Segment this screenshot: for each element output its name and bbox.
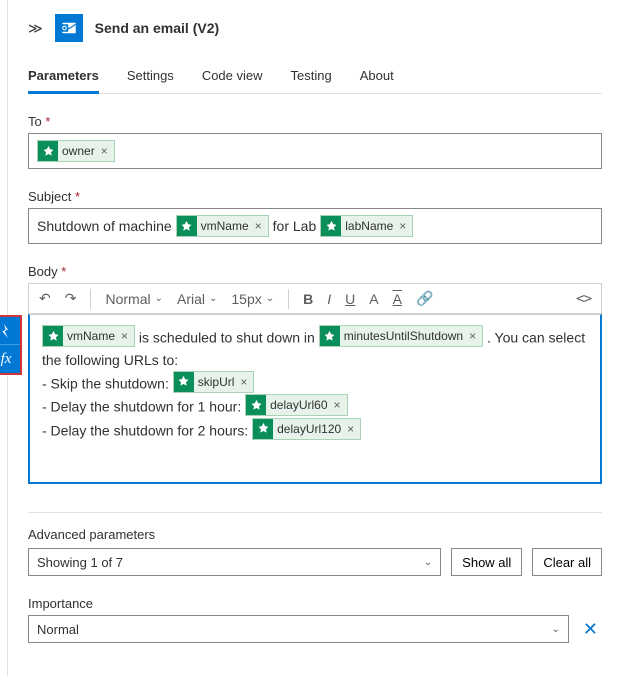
token-remove-icon[interactable]: × bbox=[238, 371, 247, 393]
token-remove-icon[interactable]: × bbox=[397, 215, 406, 237]
italic-button[interactable]: I bbox=[323, 289, 335, 309]
token-label: vmName bbox=[67, 325, 115, 347]
token-owner[interactable]: owner × bbox=[37, 140, 115, 162]
collapse-chevron-icon[interactable]: ≫ bbox=[28, 20, 43, 37]
token-delay60[interactable]: delayUrl60 × bbox=[245, 394, 347, 416]
token-labname[interactable]: labName × bbox=[320, 215, 413, 237]
dynamic-content-button[interactable] bbox=[0, 317, 20, 345]
token-remove-icon[interactable]: × bbox=[332, 394, 341, 416]
font-size-dropdown[interactable]: 15px ⌄ bbox=[227, 289, 278, 309]
body-editor[interactable]: vmName × is scheduled to shut down in mi… bbox=[28, 314, 602, 484]
token-vmname[interactable]: vmName × bbox=[176, 215, 269, 237]
token-remove-icon[interactable]: × bbox=[345, 418, 354, 440]
clear-all-button[interactable]: Clear all bbox=[532, 548, 602, 576]
token-minutes[interactable]: minutesUntilShutdown × bbox=[319, 325, 483, 347]
undo-button[interactable]: ↶ bbox=[35, 288, 55, 309]
dynamic-content-icon bbox=[253, 419, 273, 439]
tab-settings[interactable]: Settings bbox=[127, 60, 174, 93]
show-all-button[interactable]: Show all bbox=[451, 548, 522, 576]
code-view-button[interactable]: <> bbox=[572, 289, 595, 309]
chevron-down-icon: ⌄ bbox=[424, 557, 432, 568]
token-remove-icon[interactable]: × bbox=[99, 140, 108, 162]
font-color-button[interactable]: A bbox=[365, 289, 382, 309]
highlight-button[interactable]: A bbox=[389, 289, 406, 309]
token-label: vmName bbox=[201, 215, 249, 237]
tab-about[interactable]: About bbox=[360, 60, 394, 93]
advanced-params-dropdown[interactable]: Showing 1 of 7 ⌄ bbox=[28, 548, 441, 576]
advanced-summary: Showing 1 of 7 bbox=[37, 555, 123, 570]
subject-input[interactable]: Shutdown of machine vmName × for Lab lab… bbox=[28, 208, 602, 244]
remove-parameter-icon[interactable]: ✕ bbox=[579, 619, 602, 640]
token-vmname[interactable]: vmName × bbox=[42, 325, 135, 347]
dynamic-content-icon bbox=[174, 372, 194, 392]
paragraph-style-dropdown[interactable]: Normal ⌄ bbox=[101, 289, 167, 309]
importance-value: Normal bbox=[37, 622, 79, 637]
dynamic-content-icon bbox=[177, 216, 197, 236]
body-text: - Delay the shutdown for 2 hours: bbox=[42, 422, 248, 438]
label-advanced: Advanced parameters bbox=[28, 527, 602, 542]
token-remove-icon[interactable]: × bbox=[253, 215, 262, 237]
dynamic-content-icon bbox=[38, 141, 58, 161]
subject-text: Shutdown of machine bbox=[37, 215, 172, 237]
redo-button[interactable]: ↷ bbox=[61, 288, 81, 309]
body-text: - Delay the shutdown for 1 hour: bbox=[42, 399, 241, 415]
subject-text: for Lab bbox=[273, 215, 317, 237]
token-label: minutesUntilShutdown bbox=[344, 325, 463, 347]
font-family-dropdown[interactable]: Arial ⌄ bbox=[173, 289, 221, 309]
label-importance: Importance bbox=[28, 596, 602, 611]
dynamic-content-icon bbox=[320, 326, 340, 346]
token-label: labName bbox=[345, 215, 393, 237]
chevron-down-icon: ⌄ bbox=[552, 624, 560, 635]
dynamic-content-icon bbox=[43, 326, 63, 346]
token-label: delayUrl120 bbox=[277, 418, 341, 440]
action-title: Send an email (V2) bbox=[95, 20, 219, 36]
dynamic-content-icon bbox=[246, 395, 266, 415]
body-text: is scheduled to shut down in bbox=[139, 330, 315, 346]
tab-testing[interactable]: Testing bbox=[291, 60, 332, 93]
token-label: skipUrl bbox=[198, 371, 235, 393]
body-text: - Skip the shutdown: bbox=[42, 375, 169, 391]
token-label: owner bbox=[62, 140, 95, 162]
label-subject: Subject * bbox=[28, 189, 602, 204]
to-input[interactable]: owner × bbox=[28, 133, 602, 169]
expression-button[interactable]: fx bbox=[0, 345, 20, 373]
outlook-icon bbox=[55, 14, 83, 42]
token-remove-icon[interactable]: × bbox=[467, 325, 476, 347]
rich-text-toolbar: ↶ ↷ Normal ⌄ Arial ⌄ 15px ⌄ B I U A A 🔗 … bbox=[28, 283, 602, 314]
underline-button[interactable]: U bbox=[341, 289, 359, 309]
label-body: Body * bbox=[28, 264, 602, 279]
divider bbox=[28, 512, 602, 513]
label-to: To * bbox=[28, 114, 602, 129]
dynamic-content-icon bbox=[321, 216, 341, 236]
tab-bar: Parameters Settings Code view Testing Ab… bbox=[28, 60, 602, 94]
bold-button[interactable]: B bbox=[299, 289, 317, 309]
tab-code-view[interactable]: Code view bbox=[202, 60, 263, 93]
token-skipurl[interactable]: skipUrl × bbox=[173, 371, 255, 393]
token-delay120[interactable]: delayUrl120 × bbox=[252, 418, 361, 440]
link-button[interactable]: 🔗 bbox=[412, 288, 437, 309]
token-label: delayUrl60 bbox=[270, 394, 327, 416]
token-remove-icon[interactable]: × bbox=[119, 325, 128, 347]
importance-dropdown[interactable]: Normal ⌄ bbox=[28, 615, 569, 643]
tab-parameters[interactable]: Parameters bbox=[28, 60, 99, 93]
